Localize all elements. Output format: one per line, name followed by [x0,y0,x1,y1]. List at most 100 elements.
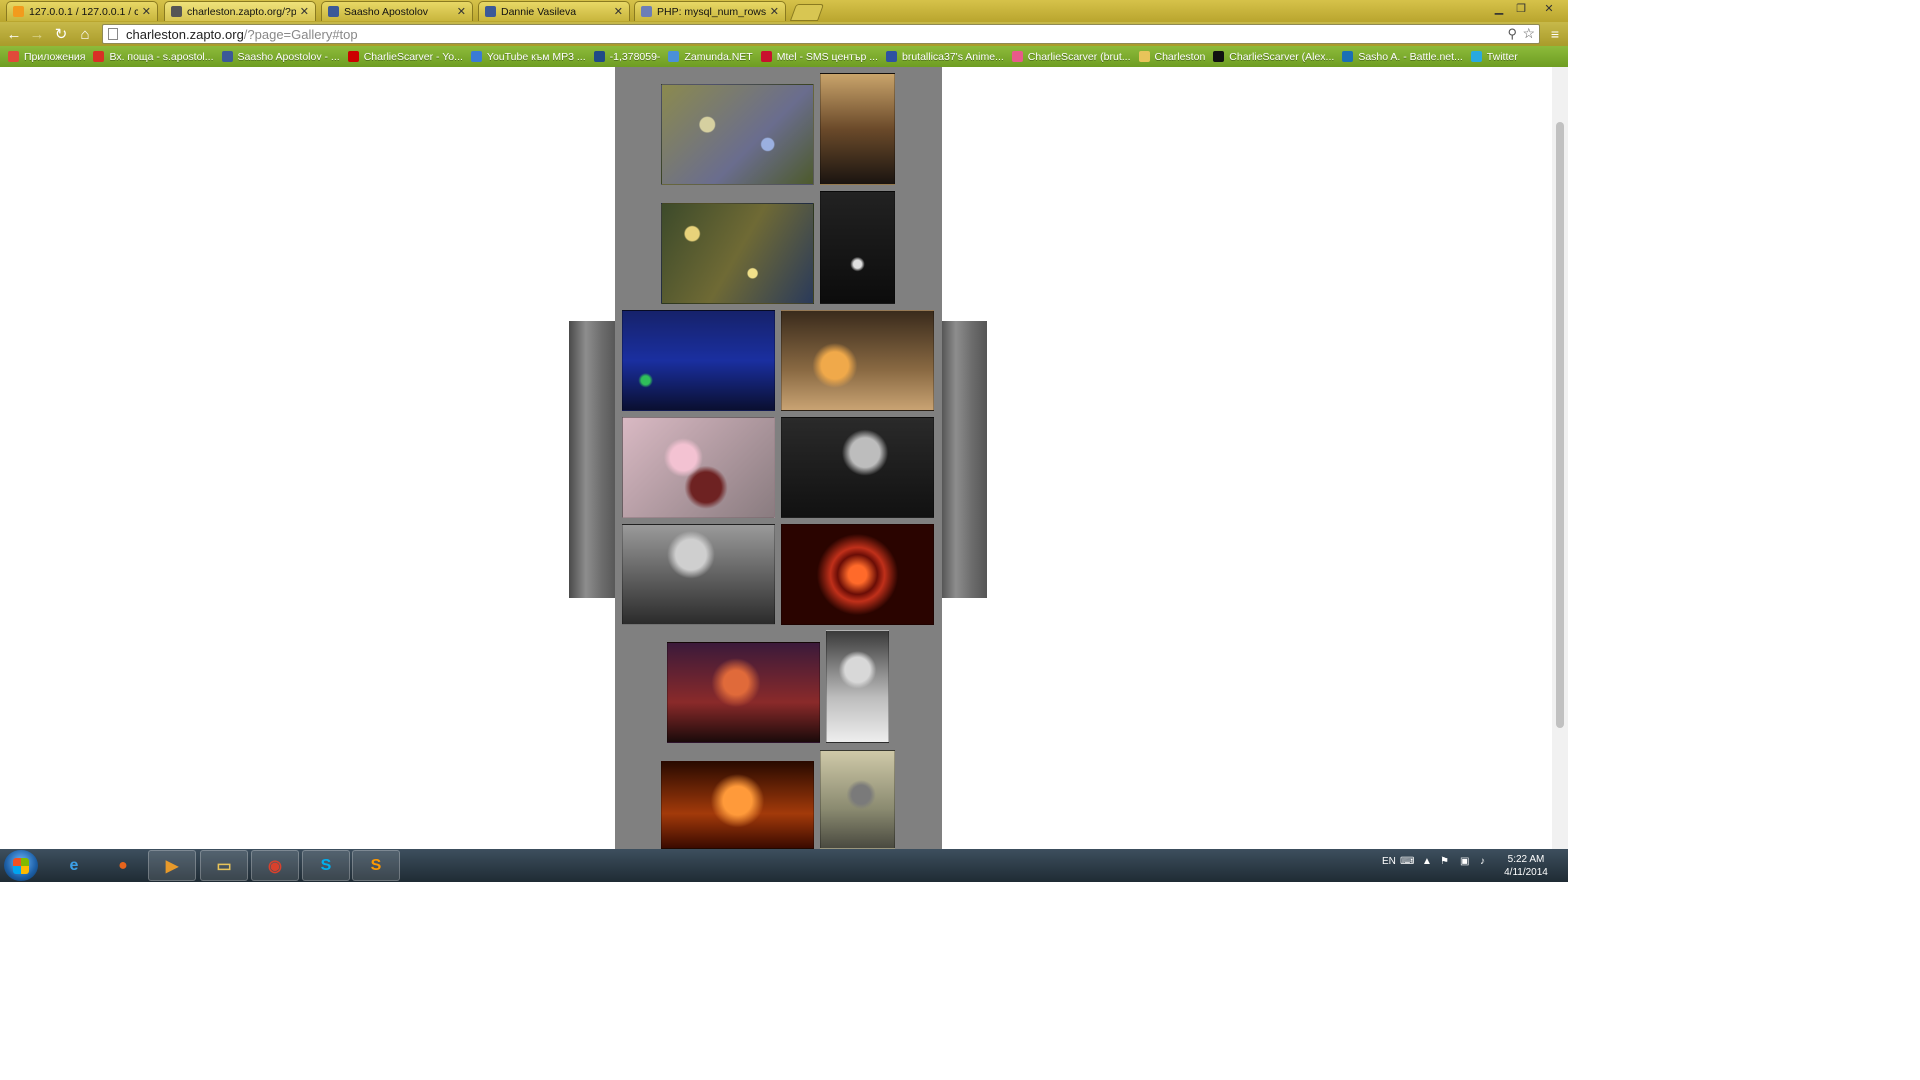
bookmark-label: brutallica37's Anime... [901,50,1004,63]
photo-bw-portrait[interactable] [781,417,934,518]
tab-close-icon[interactable]: ✕ [142,5,151,18]
background-strip-left [569,321,617,598]
background-strip-right [939,321,987,598]
bookmark-label: CharlieScarver - Yo... [363,50,463,63]
start-button[interactable] [4,850,38,881]
system-clock[interactable]: 5:22 AM 4/11/2014 [1498,853,1554,879]
chrome-icon[interactable]: ◉ [251,850,299,881]
bookmark-item[interactable]: Twitter [1470,51,1518,63]
bookmark-label: YouTube към MP3 ... [486,50,586,63]
clock-date: 4/11/2014 [1504,867,1548,878]
bookmark-item[interactable]: CharlieScarver (Alex... [1213,51,1334,63]
restore-window-icon[interactable]: ❐ [1510,0,1532,16]
show-hidden-icons-icon[interactable]: ▲ [1422,856,1432,867]
menu-icon[interactable]: ≡ [1548,26,1562,42]
tab-title: PHP: mysql_num_rows - M [657,5,766,18]
tab-title: 127.0.0.1 / 127.0.0.1 / char [29,5,138,18]
home-icon[interactable]: ⌂ [75,24,95,44]
media-player-icon[interactable]: ▶ [148,850,196,881]
photo-red-light-spiral[interactable] [781,524,934,625]
mal-icon [885,51,897,62]
photo-sunglasses-portrait[interactable] [622,524,775,625]
forward-arrow-icon[interactable]: → [27,24,47,44]
photo-blue-lights[interactable] [622,310,775,411]
tab-close-icon[interactable]: ✕ [457,5,466,18]
photo-mask-portrait[interactable] [826,630,889,743]
github-icon [1213,51,1225,62]
bookmark-item[interactable]: brutallica37's Anime... [885,50,1004,63]
tab-title: Saasho Apostolov [344,5,429,18]
volume-icon[interactable]: ♪ [1480,856,1485,867]
facebook-icon [221,51,233,62]
page-icon [108,28,118,40]
search-icon[interactable]: ⚲ [1507,26,1517,42]
back-arrow-icon[interactable]: ← [4,24,24,44]
bookmarks-bar: Приложения Вх. поща - s.apostol... Saasho … [0,46,1568,67]
bookmark-item[interactable]: CharlieScarver (brut... [1011,51,1131,63]
photo-office-chair[interactable] [820,750,895,849]
bookmark-item[interactable]: Вх. поща - s.apostol... [93,50,214,63]
tab-title: charleston.zapto.org/?pag [187,5,296,18]
tab-4[interactable]: Dannie Vasileva ✕ [478,1,630,21]
windows-taskbar: e ● ▶ ▭ ◉ S S [0,849,1568,882]
photo-woman-pose-1[interactable] [820,73,895,185]
battlenet-icon [1342,51,1354,62]
internet-explorer-icon[interactable]: e [50,850,98,881]
bookmark-item[interactable]: Zamunda.NET [668,50,753,63]
vertical-scrollbar[interactable] [1552,67,1568,849]
bookmark-item[interactable]: CharlieScarver - Yo... [347,50,463,63]
bookmark-label: Sasho A. - Battle.net... [1358,50,1463,63]
phpmyadmin-icon [13,6,24,17]
tab-5[interactable]: PHP: mysql_num_rows - M ✕ [634,1,786,21]
photo-pink-blossom[interactable] [622,417,775,518]
tab-close-icon[interactable]: ✕ [614,5,623,18]
bookmark-item[interactable]: Charleston [1138,51,1205,63]
reload-icon[interactable]: ↻ [51,24,71,44]
map-icon [593,51,605,62]
tab-1[interactable]: 127.0.0.1 / 127.0.0.1 / char ✕ [6,1,158,21]
bookmark-item[interactable]: YouTube към MP3 ... [470,50,586,63]
file-explorer-icon[interactable]: ▭ [200,850,248,881]
tab-close-icon[interactable]: ✕ [300,5,309,18]
photo-golden-rose[interactable] [781,310,934,411]
sublime-text-icon[interactable]: S [352,850,400,881]
tab-close-icon[interactable]: ✕ [770,5,779,18]
bookmark-star-icon[interactable]: ☆ [1522,25,1535,42]
bookmark-item[interactable]: Mtel - SMS център ... [760,50,878,63]
bookmark-label: Приложения [24,50,86,63]
youtube-icon [347,51,359,62]
bookmark-item[interactable]: Приложения [8,51,85,63]
minimize-window-icon[interactable]: ▁ [1488,0,1510,16]
tab-2[interactable]: charleston.zapto.org/?pag ✕ [164,1,316,21]
tab-3[interactable]: Saasho Apostolov ✕ [321,1,473,21]
firefox-icon[interactable]: ● [99,850,147,881]
address-bar[interactable]: charleston.zapto.org/?page=Gallery#top ⚲… [102,24,1540,44]
mtel-icon [760,51,772,62]
photo-candle-room[interactable] [667,642,820,743]
bookmark-label: Mtel - SMS център ... [776,50,878,63]
photo-dark-portrait-1[interactable] [820,191,895,304]
folder-icon [1138,51,1150,62]
bookmark-label: Вх. поща - s.apostol... [109,50,214,63]
address-path: /?page=Gallery#top [243,26,358,42]
language-indicator[interactable]: EN [1382,856,1396,867]
skype-icon[interactable]: S [302,850,350,881]
tab-title: Dannie Vasileva [501,5,577,18]
site-icon [171,6,182,17]
photo-fairy-lights-face[interactable] [661,761,814,849]
close-window-icon[interactable]: ✕ [1538,0,1560,16]
bookmark-item[interactable]: Saasho Apostolov - ... [221,51,340,63]
network-icon[interactable]: ▣ [1460,856,1469,867]
bookmark-item[interactable]: Sasho A. - Battle.net... [1342,50,1463,63]
bookmark-label: -1,378059- [609,50,661,63]
action-center-flag-icon[interactable]: ⚑ [1440,856,1449,867]
scrollbar-thumb[interactable] [1556,122,1564,728]
keyboard-icon[interactable]: ⌨ [1400,856,1414,867]
photo-bokeh-lights-2[interactable] [661,203,814,304]
bookmark-label: Zamunda.NET [684,50,753,63]
page-viewport [0,67,1568,849]
bookmark-item[interactable]: -1,378059- [593,50,661,63]
facebook-icon [328,6,339,17]
address-host: charleston.zapto.org [126,26,244,42]
photo-bokeh-lights-1[interactable] [661,84,814,185]
